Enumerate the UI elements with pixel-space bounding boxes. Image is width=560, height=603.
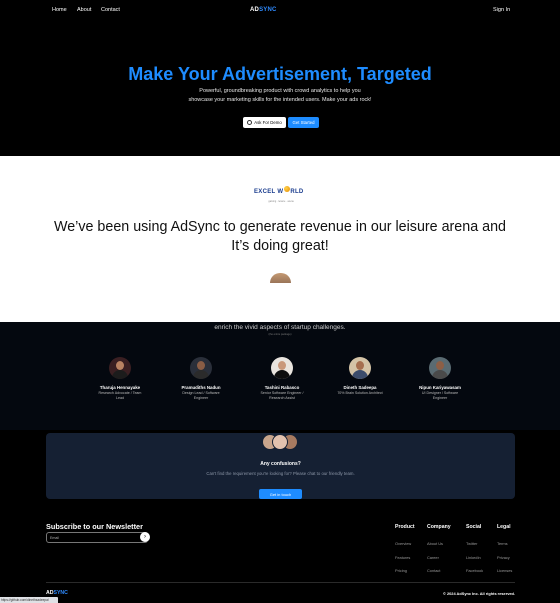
member-role: Design Lead / Software Engineer (161, 391, 241, 401)
nav-link-about[interactable]: About (77, 7, 91, 13)
get-in-touch-button[interactable]: Get in touch (259, 489, 302, 499)
member-name: Dineth Sadeepa (343, 385, 377, 390)
footer-link[interactable]: LinkedIn (466, 555, 483, 560)
footer-logo-ad: AD (46, 590, 54, 596)
status-bar-url: https://github.com/dinethsadeepa/ (0, 597, 58, 603)
testimonial-quote-line2: It’s doing great! (231, 238, 329, 254)
hero-subtitle: Powerful, groundbreaking product with cr… (150, 87, 410, 105)
footer-link[interactable]: Terms (497, 541, 512, 546)
footer-link[interactable]: Overview (395, 541, 415, 546)
excel-world-logo-left: EXCEL W (254, 189, 284, 195)
footer-link[interactable]: Licenses (497, 568, 512, 573)
testimonial-quote: We’ve been using AdSync to generate reve… (30, 218, 530, 256)
member-name: Tharuja Hennayake (99, 385, 141, 390)
testimonial-section: EXCEL W RLD gaming · leisure · arena We’v… (0, 156, 560, 322)
member-role-line2: Engineer (193, 396, 209, 400)
hero-section: Make Your Advertisement, Targeted Powerf… (0, 22, 560, 156)
footer-link[interactable]: Career (427, 555, 451, 560)
ask-for-demo-button[interactable]: Ask For Demo (243, 117, 286, 128)
testimonial-quote-line1: We’ve been using AdSync to generate reve… (54, 219, 506, 235)
footer-link[interactable]: Features (395, 555, 415, 560)
brand-logo-ad: AD (250, 7, 260, 13)
footer-heading: Legal (497, 524, 511, 530)
member-role-line2: Research Assist (269, 396, 295, 400)
footer-heading: Company (427, 524, 451, 530)
excel-world-tagline: gaming · leisure · arena (268, 200, 294, 203)
subscribe-arrow-icon[interactable]: › (140, 532, 150, 542)
hero-title: Make Your Advertisement, Targeted (128, 64, 432, 84)
team-member: Pramudiths Nadun Design Lead / Software E… (161, 357, 241, 401)
sign-in-link[interactable]: Sign In (493, 7, 510, 13)
footer-link[interactable]: Privacy (497, 555, 512, 560)
excel-world-logo-right: RLD (290, 189, 304, 195)
hero-subtitle-line1: Powerful, groundbreaking product with cr… (199, 88, 361, 94)
footer-heading: Social (466, 524, 482, 530)
contact-text: Can't find the requirement you're lookin… (206, 471, 355, 476)
member-role-line2: Engineer (432, 396, 448, 400)
brand-logo[interactable]: ADSYNC (250, 7, 277, 13)
email-field[interactable]: Email (46, 532, 148, 543)
footer-column-social: Social Twitter LinkedIn Facebook (466, 524, 483, 582)
footer-link[interactable]: Contact (427, 568, 451, 573)
nav-link-home[interactable]: Home (52, 7, 67, 13)
team-member: Tharuja Hennayake Research Advocate / Te… (80, 357, 160, 401)
member-role: Senior Software Engineer / Research Assis… (242, 391, 322, 401)
brand-logo-sync: SYNC (259, 7, 277, 13)
footer-column-product: Product Overview Features Pricing (395, 524, 415, 582)
hero-subtitle-line2: showcase your marketing skills for the i… (188, 97, 372, 103)
avatar (349, 357, 371, 379)
member-role-line1: 70% Brain Solution Architect (337, 391, 383, 395)
contact-heading: Any confusions? (260, 461, 301, 467)
member-name: Pramudiths Nadun (181, 385, 221, 390)
demo-icon (247, 120, 253, 125)
footer-link[interactable]: Twitter (466, 541, 483, 546)
newsletter-title: Subscribe to our Newsletter (46, 522, 143, 531)
member-role-line2: Lead (116, 396, 124, 400)
avatar (271, 357, 293, 379)
member-name: Tashini Rabasco (264, 385, 300, 390)
avatar (429, 357, 451, 379)
footer-link[interactable]: Facebook (466, 568, 483, 573)
member-role: UI Designer / Software Engineer (400, 391, 480, 401)
member-role: Research Advocate / Team Lead (80, 391, 160, 401)
footer-link[interactable]: Pricing (395, 568, 415, 573)
excel-world-logo: EXCEL W RLD gaming · leisure · arena (254, 180, 308, 203)
member-name: Nipun Kariyawasam (419, 385, 461, 390)
avatar (190, 357, 212, 379)
get-started-button[interactable]: Get Started (288, 117, 319, 128)
team-section: enrich the vivid aspects of startup chal… (0, 322, 560, 430)
member-role: 70% Brain Solution Architect (320, 391, 400, 396)
nav-link-contact[interactable]: Contact (101, 7, 120, 13)
footer-logo-sync: SYNC (53, 590, 68, 596)
avatar-group (262, 434, 302, 452)
footer-link[interactable]: About Us (427, 541, 451, 546)
footer-column-legal: Legal Terms Privacy Licenses (497, 524, 512, 582)
avatar (109, 357, 131, 379)
copyright-text: © 2024 AdSync Inc. All rights reserved. (443, 591, 515, 596)
ask-for-demo-label: Ask For Demo (254, 120, 282, 125)
team-member: Nipun Kariyawasam UI Designer / Software… (400, 357, 480, 401)
testimonial-avatar (270, 273, 291, 283)
avatar (272, 434, 288, 450)
globe-icon (283, 185, 290, 192)
top-nav: Home About Contact ADSYNC Sign In (0, 0, 560, 22)
footer-column-company: Company About Us Career Contact (427, 524, 451, 582)
team-member: Dineth Sadeepa 70% Brain Solution Archit… (320, 357, 400, 396)
footer-heading: Product (395, 524, 415, 530)
footer-divider (46, 582, 515, 583)
footer-logo[interactable]: ADSYNC (46, 590, 68, 596)
team-member: Tashini Rabasco Senior Software Engineer… (242, 357, 322, 401)
contact-card: Any confusions? Can't find the requireme… (46, 433, 515, 499)
team-intro: enrich the vivid aspects of startup chal… (214, 324, 346, 331)
team-intro-sub: (the entire package) (268, 333, 292, 336)
